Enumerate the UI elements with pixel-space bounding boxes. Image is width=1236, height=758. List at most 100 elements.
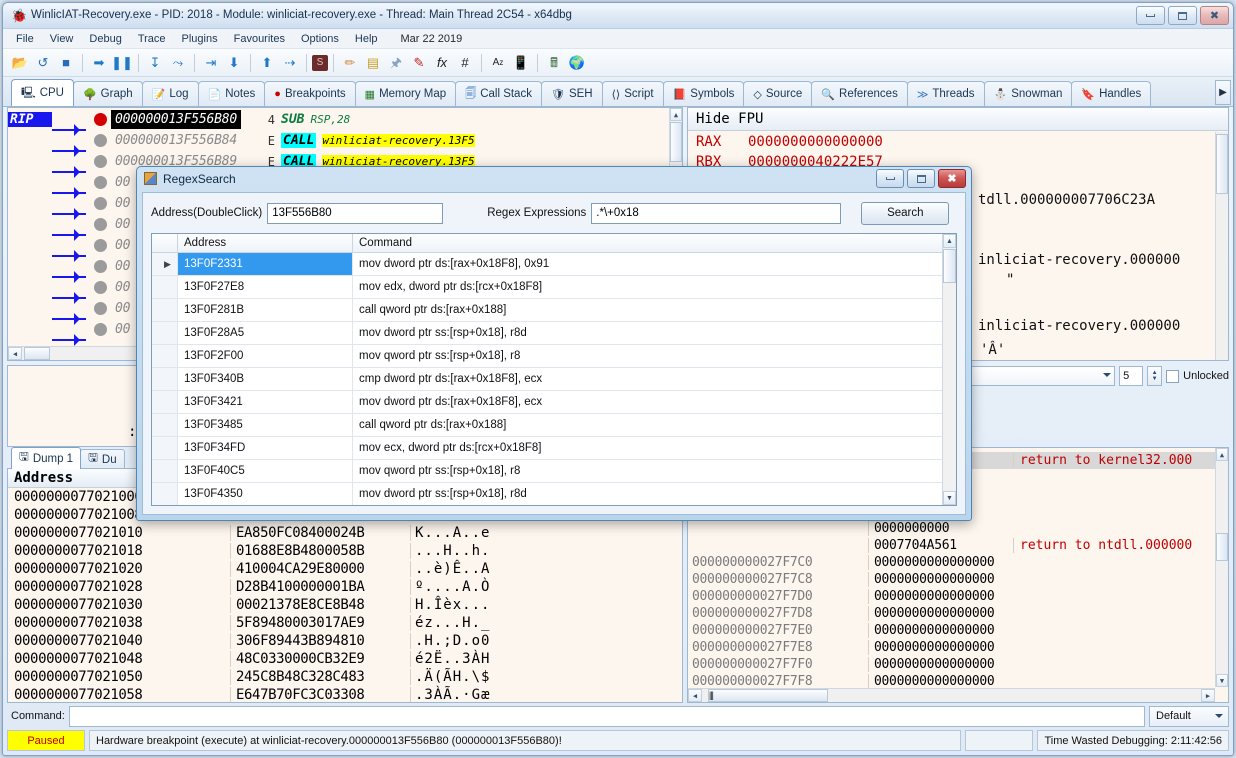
stack-row[interactable]: 000000000027F7F00000000000000000 (688, 656, 1228, 673)
menu-item-help[interactable]: Help (348, 31, 385, 47)
table-row[interactable]: 13F0F27E8 mov edx, dword ptr ds:[rcx+0x1… (152, 276, 956, 299)
table-row[interactable]: 13F0F34FD mov ecx, dword ptr ds:[rcx+0x1… (152, 437, 956, 460)
tab-seh[interactable]: 🛡SEH (541, 81, 603, 106)
hide-fpu-button[interactable]: Hide FPU (688, 108, 1228, 131)
eraser-icon[interactable]: ✏ (339, 52, 361, 74)
tab-symbols[interactable]: 📕Symbols (663, 81, 745, 106)
dump-row[interactable]: 0000000077021050245C8B48C328C483.Ä(ÃH.\$ (8, 668, 682, 686)
scrollbar-thumb[interactable] (670, 122, 682, 162)
scrollbar-thumb[interactable] (24, 347, 50, 360)
breakpoint-dot[interactable] (94, 281, 107, 294)
registers-vertical-scrollbar[interactable] (1215, 132, 1228, 360)
menu-item-file[interactable]: File (9, 31, 41, 47)
scroll-down-icon[interactable]: ▼ (1216, 674, 1228, 687)
breakpoint-dot[interactable] (94, 302, 107, 315)
table-row[interactable]: 13F0F340B cmp dword ptr ds:[rax+0x18F8],… (152, 368, 956, 391)
table-row[interactable]: 13F0F281B call qword ptr ds:[rax+0x188] (152, 299, 956, 322)
tab-call-stack[interactable]: 🗐Call Stack (455, 81, 542, 106)
watch-count-stepper[interactable]: ▲▼ (1147, 366, 1162, 386)
minimize-button[interactable] (1136, 6, 1165, 25)
stack-row[interactable]: 000000000027F7D80000000000000000 (688, 605, 1228, 622)
tab-graph[interactable]: 🌳Graph (73, 81, 143, 106)
tab-log[interactable]: 📝Log (142, 81, 199, 106)
regex-input[interactable]: .*\+0x18 (591, 203, 841, 224)
command-profile-combo[interactable]: Default (1149, 706, 1229, 727)
table-row[interactable]: 13F0F40C5 mov qword ptr ss:[rsp+0x18], r… (152, 460, 956, 483)
search-button[interactable]: Search (861, 202, 949, 225)
tab-handles[interactable]: 🔖Handles (1071, 81, 1151, 106)
scroll-up-icon[interactable]: ▲ (670, 108, 682, 121)
breakpoint-dot[interactable] (94, 323, 107, 336)
tab-notes[interactable]: 📄Notes (198, 81, 266, 106)
stack-row[interactable]: 000000000027F7C80000000000000000 (688, 571, 1228, 588)
column-header-address[interactable]: Address (178, 234, 353, 252)
stack-vertical-scrollbar[interactable]: ▲ ▼ (1215, 448, 1228, 687)
step-into-down-icon[interactable]: ⬇ (223, 52, 245, 74)
table-row[interactable]: 13F0F3485 call qword ptr ds:[rax+0x188] (152, 414, 956, 437)
breakpoint-dot[interactable] (94, 113, 107, 126)
menu-item-trace[interactable]: Trace (131, 31, 173, 47)
calculator-icon[interactable]: 🖩 (543, 52, 565, 74)
open-icon[interactable]: 📂 (9, 52, 31, 74)
table-row[interactable]: ▶ 13F0F2331 mov dword ptr ds:[rax+0x18F8… (152, 253, 956, 276)
command-input[interactable] (69, 706, 1145, 727)
disasm-row[interactable]: RIP 000000013F556B80 4 SUB RSP,28 (8, 109, 682, 130)
stack-row[interactable]: 0000000000 (688, 520, 1228, 537)
stack-row[interactable]: 000000000027F7E00000000000000000 (688, 622, 1228, 639)
step-out-icon[interactable]: ⬆ (256, 52, 278, 74)
scrollbar-thumb[interactable] (943, 249, 956, 283)
breakpoint-dot[interactable] (94, 134, 107, 147)
breakpoint-dot[interactable] (94, 239, 107, 252)
step-down-icon[interactable]: ⇥ (200, 52, 222, 74)
column-header-command[interactable]: Command (353, 234, 956, 252)
scrollbar-thumb[interactable] (1216, 533, 1228, 561)
menu-item-debug[interactable]: Debug (82, 31, 128, 47)
globe-icon[interactable]: 🌍 (566, 52, 588, 74)
attach-icon[interactable]: 🖈 (385, 52, 407, 74)
dump-row[interactable]: 0000000077021010EA850FC08400024BK...A..e (8, 524, 682, 542)
stack-row[interactable]: 000000000027F7E80000000000000000 (688, 639, 1228, 656)
chevron-down-icon[interactable] (1103, 373, 1111, 381)
chevron-down-icon[interactable] (1215, 714, 1223, 722)
stack-row[interactable]: 000000000027F7D00000000000000000 (688, 588, 1228, 605)
tab-references[interactable]: 🔍References (811, 81, 908, 106)
stop-icon[interactable]: ■ (55, 52, 77, 74)
table-row[interactable]: 13F0F3421 mov dword ptr ds:[rax+0x18F8],… (152, 391, 956, 414)
font-icon[interactable]: Az (487, 52, 509, 74)
dump-row[interactable]: 0000000077021058E647B70FC3C03308.3ÀÃ.·Gæ (8, 686, 682, 703)
watch-count-input[interactable]: 5 (1119, 366, 1143, 386)
tab-scroll-right-icon[interactable]: ▶ (1215, 80, 1231, 105)
dump-row[interactable]: 0000000077021020410004CA29E80000..è)Ê..A (8, 560, 682, 578)
tab-dump-2[interactable]: 🖫Du (80, 449, 125, 469)
run-to-user-icon[interactable]: ⇢ (279, 52, 301, 74)
scroll-up-icon[interactable]: ▲ (1216, 448, 1228, 461)
regex-search-dialog[interactable]: RegexSearch ✖ Address(DoubleClick) 13F55… (136, 166, 972, 521)
scroll-right-icon[interactable]: ▶ (1201, 689, 1215, 702)
stack-horizontal-scrollbar[interactable]: ◀ ⦀ ▶ (688, 688, 1215, 702)
table-row[interactable]: 13F0F4350 mov dword ptr ss:[rsp+0x18], r… (152, 483, 956, 506)
stack-row[interactable]: 000000000027F7C00000000000000000 (688, 554, 1228, 571)
scroll-left-icon[interactable]: ◀ (688, 689, 702, 702)
breakpoint-dot[interactable] (94, 260, 107, 273)
scrollbar-thumb[interactable] (1216, 134, 1228, 194)
menu-item-favourites[interactable]: Favourites (227, 31, 292, 47)
close-button[interactable]: ✖ (1200, 6, 1229, 25)
tab-threads[interactable]: ≫Threads (907, 81, 985, 106)
tab-cpu[interactable]: 🖳CPU (11, 79, 74, 106)
table-row[interactable]: 13F0F28A5 mov dword ptr ss:[rsp+0x18], r… (152, 322, 956, 345)
disasm-row[interactable]: 000000013F556B84 E CALL winliciat-recove… (8, 130, 682, 151)
scrollbar-thumb[interactable]: ⦀ (708, 689, 828, 702)
function-icon[interactable]: fx (431, 52, 453, 74)
step-into-icon[interactable]: ↧ (144, 52, 166, 74)
scylla-icon[interactable]: S (312, 55, 328, 71)
scroll-down-icon[interactable]: ▼ (943, 491, 956, 505)
dump-row[interactable]: 000000007702104848C0330000CB32E9é2Ë..3ÀH (8, 650, 682, 668)
dialog-title-bar[interactable]: RegexSearch ✖ (137, 167, 971, 192)
phone-icon[interactable]: 📱 (510, 52, 532, 74)
tab-source[interactable]: ◇Source (743, 81, 812, 106)
log-icon[interactable]: ▤ (362, 52, 384, 74)
tab-script[interactable]: ⟨⟩Script (602, 81, 664, 106)
dialog-minimize-button[interactable] (876, 169, 904, 188)
step-over-icon[interactable]: ⤳ (167, 52, 189, 74)
hash-icon[interactable]: # (454, 52, 476, 74)
